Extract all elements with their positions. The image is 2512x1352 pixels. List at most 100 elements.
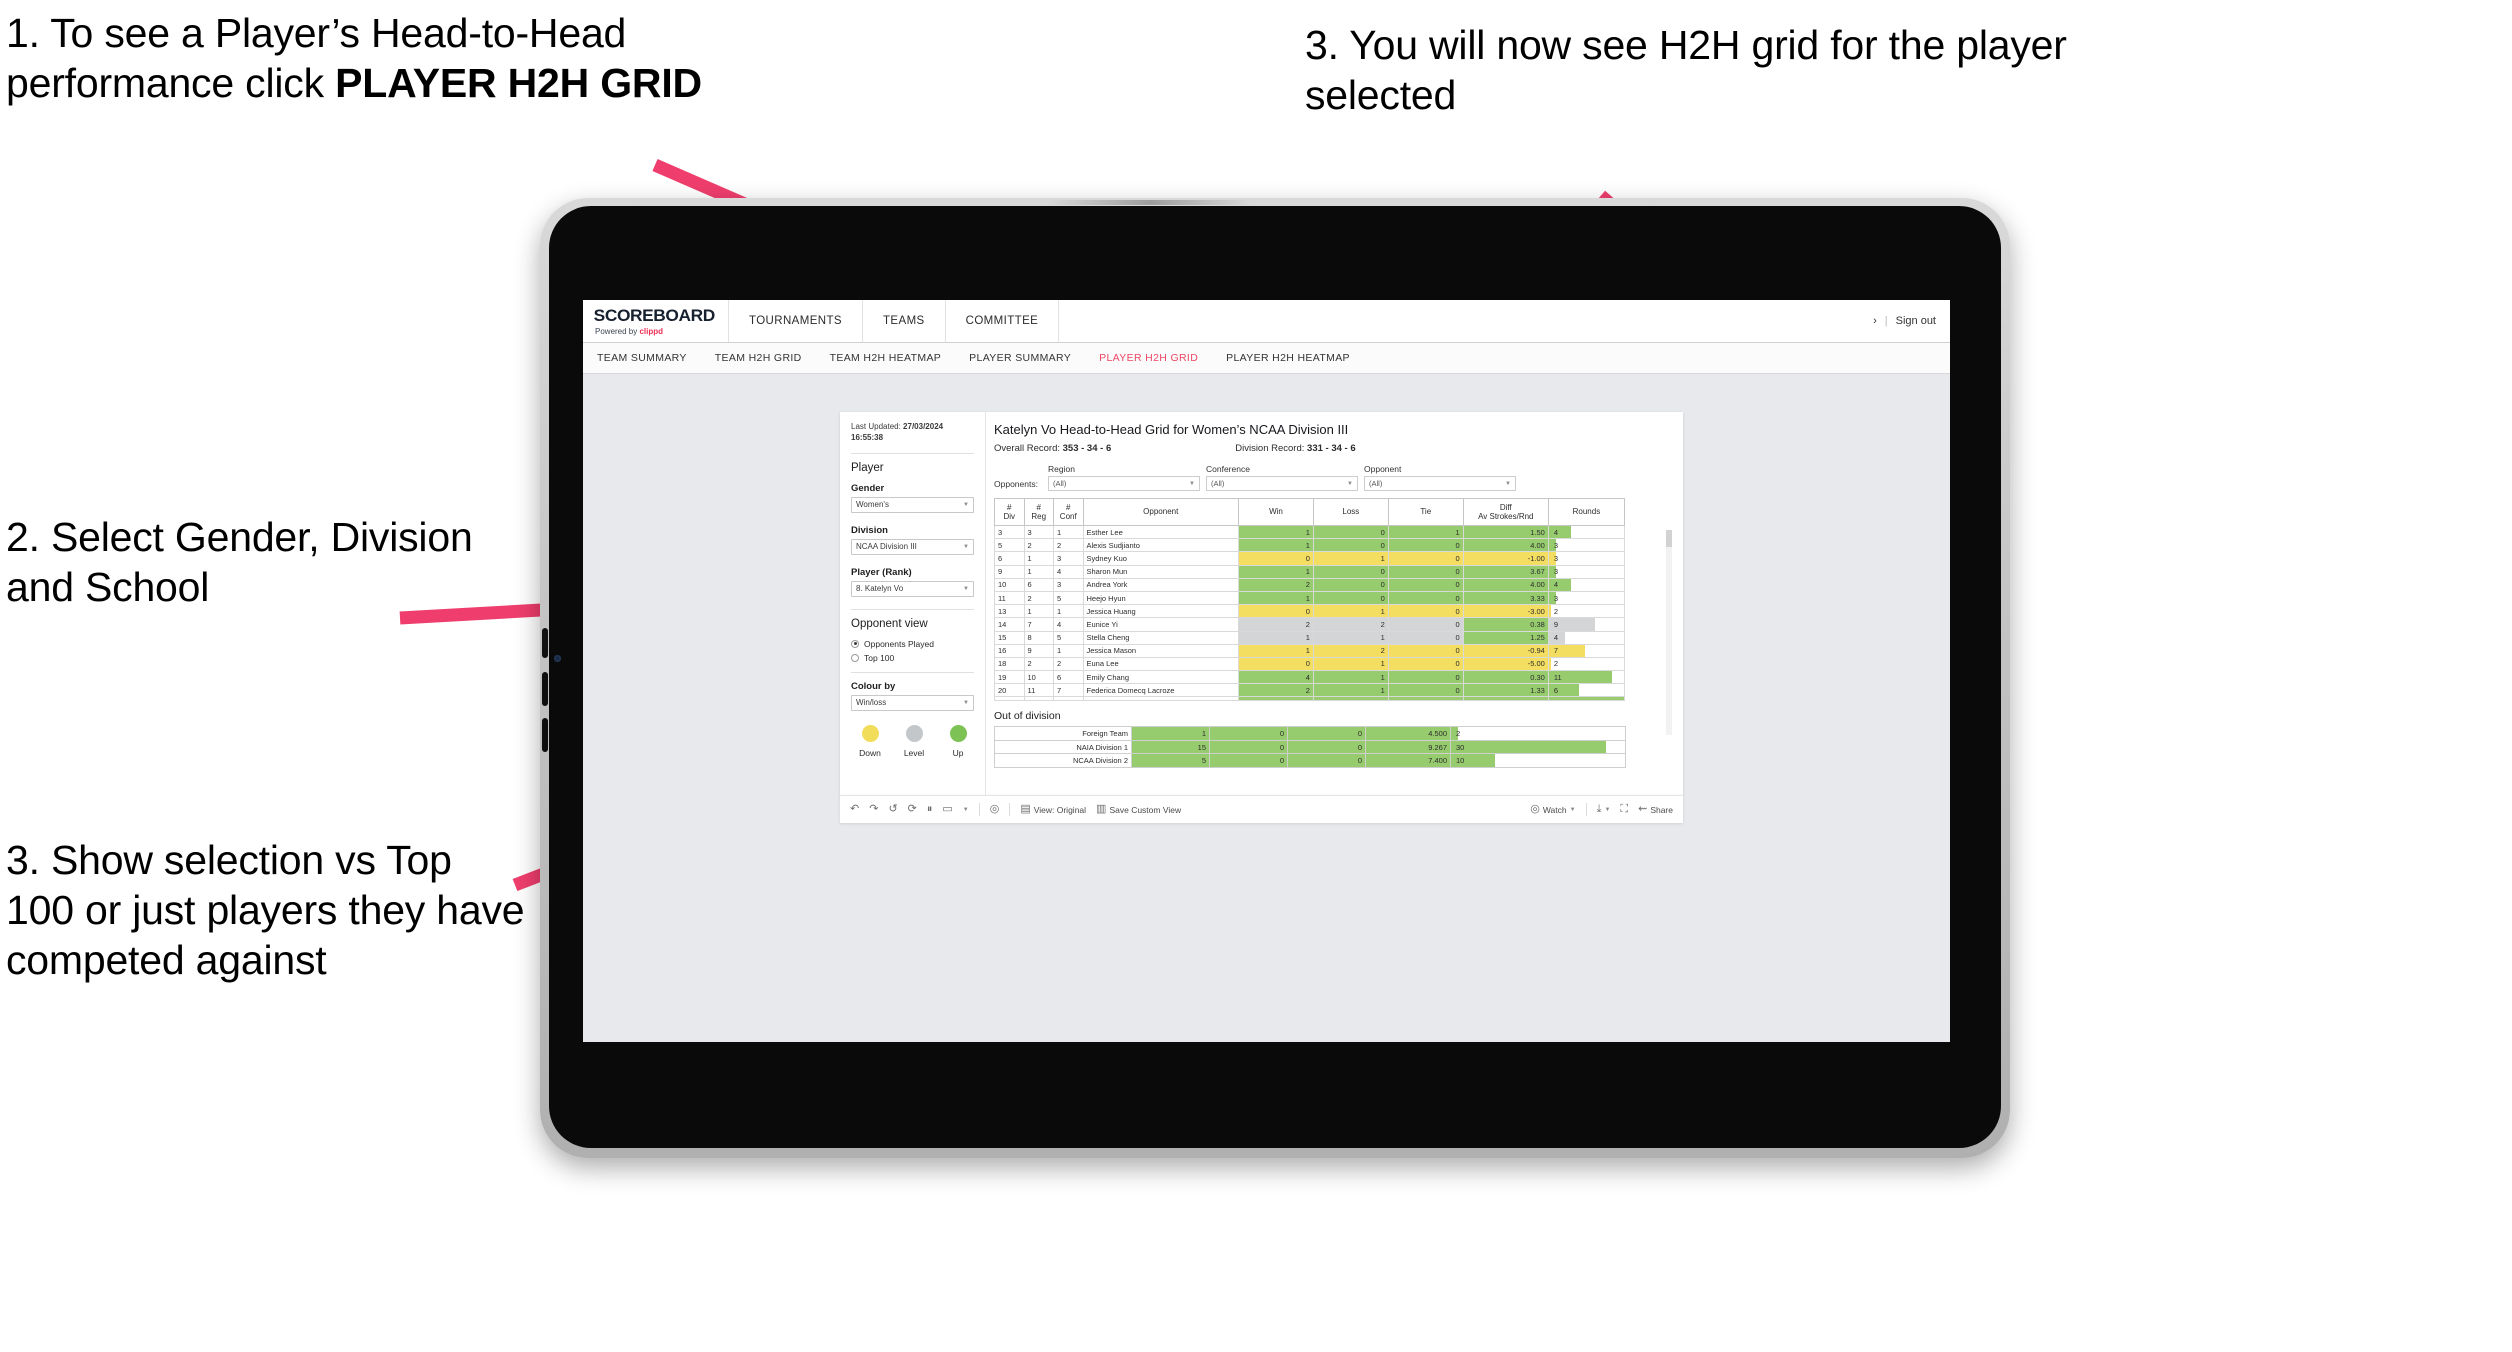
tab-team-h2h-heatmap[interactable]: TEAM H2H HEATMAP	[830, 352, 958, 364]
reset-icon[interactable]: ◎	[990, 804, 1000, 815]
tablet-speaker-grille	[1050, 200, 1250, 205]
division-record-label: Division Record:	[1235, 443, 1308, 454]
player-section-heading: Player	[851, 461, 884, 474]
view-original-button[interactable]: ▤ View: Original	[1020, 804, 1086, 815]
table-row-partial[interactable]	[994, 696, 1626, 702]
colour-by-label: Colour by	[851, 680, 896, 692]
tab-player-h2h-heatmap[interactable]: PLAYER H2H HEATMAP	[1226, 352, 1366, 364]
undo-icon[interactable]: ↶	[850, 804, 859, 815]
rounds-bar: 11	[1547, 670, 1626, 685]
fullscreen-icon[interactable]: ⛶	[1620, 804, 1628, 815]
revert-icon[interactable]: ↺	[888, 804, 897, 815]
chevron-down-icon: ▼	[963, 699, 969, 706]
division-value: NCAA Division III	[856, 542, 917, 552]
chevron-down-icon[interactable]: ▼	[963, 807, 969, 813]
slide-canvas: 1. To see a Player’s Head-to-Head perfor…	[0, 0, 2512, 1352]
tablet-volume-down-button[interactable]	[542, 718, 548, 752]
opponent-filter-value: (All)	[1369, 479, 1383, 488]
last-updated: Last Updated: 27/03/2024 16:55:38	[851, 422, 974, 444]
table-row[interactable]: 3 3 1 Esther Lee 1 0 1 1.50 4	[994, 524, 1626, 540]
division-select[interactable]: NCAA Division III ▼	[851, 538, 974, 555]
separator: |	[1884, 315, 1888, 327]
annotation-step-2: 2. Select Gender, Division and School	[6, 514, 473, 611]
table-row[interactable]: 15 8 5 Stella Cheng 1 1 0 1.25 4	[994, 630, 1626, 645]
record-summary: Overall Record: 353 - 34 - 6 Division Re…	[994, 443, 1683, 454]
viz-title: Katelyn Vo Head-to-Head Grid for Women’s…	[994, 422, 1349, 437]
divider	[851, 452, 974, 454]
table-row[interactable]: 10 6 3 Andrea York 2 0 0 4.00 4	[994, 577, 1626, 592]
tablet-volume-up-button[interactable]	[542, 672, 548, 706]
tablet-button-top[interactable]	[542, 628, 548, 658]
nav-tournaments[interactable]: TOURNAMENTS	[729, 300, 863, 342]
scrollbar-thumb[interactable]	[1666, 530, 1672, 547]
legend-dot-down	[861, 724, 879, 742]
table-row[interactable]: 19 10 6 Emily Chang 4 1 0 0.30 11	[994, 670, 1626, 685]
app-screen: SCOREBOARD Powered by clippd TOURNAMENTS…	[583, 300, 1950, 1042]
table-scrollbar[interactable]	[1666, 530, 1672, 735]
out-of-division-row[interactable]: NAIA Division 1 15 0 0 9.267 30	[994, 739, 1626, 755]
radio-top-100-label: Top 100	[864, 652, 895, 663]
legend-item-down: Down	[854, 724, 886, 758]
table-row[interactable]: 11 2 5 Heejo Hyun 1 0 0 3.33 3	[994, 590, 1626, 606]
rounds-bar: 7	[1547, 643, 1626, 658]
download-button[interactable]: ⤓ ▼	[1597, 804, 1611, 815]
colour-by-select[interactable]: Win/loss ▼	[851, 694, 974, 711]
opponent-filter-select[interactable]: (All) ▼	[1364, 476, 1516, 491]
last-updated-label: Last Updated:	[851, 422, 904, 431]
tab-team-summary[interactable]: TEAM SUMMARY	[597, 352, 703, 364]
tab-player-summary[interactable]: PLAYER SUMMARY	[969, 352, 1087, 364]
table-row[interactable]: 16 9 1 Jessica Mason 1 2 0 -0.94 7	[994, 643, 1626, 658]
table-row[interactable]: 20 11 7 Federica Domecq Lacroze 2 1 0 1.33 6	[994, 683, 1626, 698]
table-row[interactable]: 5 2 2 Alexis Sudjianto 1 0 0 4.00 3	[994, 538, 1626, 553]
brand-logo[interactable]: SCOREBOARD Powered by clippd	[583, 300, 729, 342]
col-header-4: Win	[1238, 498, 1314, 526]
table-row[interactable]: 13 1 1 Jessica Huang 0 1 0 -3.00 2	[994, 604, 1626, 619]
table-row[interactable]: 14 7 4 Eunice Yi 2 2 0 0.38 9	[994, 617, 1626, 632]
col-header-6: Tie	[1387, 498, 1464, 526]
brand-clippd: clippd	[639, 327, 664, 336]
region-filter-select[interactable]: (All) ▼	[1048, 476, 1200, 491]
table-row[interactable]: 18 2 2 Euna Lee 0 1 0 -5.00 2	[994, 656, 1626, 672]
opponent-filter-label: Opponent	[1364, 464, 1402, 474]
chevron-down-icon: ▼	[963, 501, 969, 508]
ood-opponent: Foreign Team	[994, 726, 1132, 741]
out-of-division-body: Foreign Team 1 0 0 4.500 2 NAIA Division 1 15 0 0…	[994, 726, 1626, 768]
legend-item-up: Up	[942, 724, 974, 758]
redo-icon[interactable]: ↷	[869, 804, 878, 815]
radio-opponents-played[interactable]: Opponents Played	[851, 639, 974, 649]
viz-main: Katelyn Vo Head-to-Head Grid for Women’s…	[986, 412, 1683, 795]
tab-player-h2h-grid[interactable]: PLAYER H2H GRID	[1099, 352, 1214, 364]
watch-icon: ◎	[1530, 803, 1540, 815]
nav-committee[interactable]: COMMITTEE	[946, 300, 1060, 342]
watch-button[interactable]: ◎ Watch ▼	[1530, 804, 1575, 815]
conference-filter-select[interactable]: (All) ▼	[1206, 476, 1358, 491]
device-layout-icon[interactable]: ▭	[942, 804, 952, 815]
table-row[interactable]: 9 1 4 Sharon Mun 1 0 0 3.67 3	[994, 564, 1626, 579]
refresh-icon[interactable]: ⟳	[908, 804, 917, 815]
save-custom-view-button[interactable]: ▥ Save Custom View	[1096, 804, 1181, 815]
out-of-division-table: Foreign Team 1 0 0 4.500 2 NAIA Division 1 15 0 0…	[994, 726, 1626, 768]
out-of-division-row[interactable]: Foreign Team 1 0 0 4.500 2	[994, 726, 1626, 741]
player-rank-select[interactable]: 8. Katelyn Vo ▼	[851, 580, 974, 597]
col-header-7: Diff Av Strokes/Rnd	[1462, 498, 1549, 526]
region-filter-value: (All)	[1053, 479, 1067, 488]
radio-top-100[interactable]: Top 100	[851, 653, 974, 663]
chevron-right-icon[interactable]: ›	[1873, 315, 1877, 327]
nav-teams[interactable]: TEAMS	[863, 300, 946, 342]
table-row[interactable]: 6 1 3 Sydney Kuo 0 1 0 -1.00 3	[994, 551, 1626, 566]
rounds-bar: 3	[1547, 564, 1626, 579]
share-button[interactable]: ⇜ Share	[1638, 804, 1673, 815]
rounds-bar: 6	[1547, 683, 1626, 698]
out-of-division-heading: Out of division	[994, 710, 1061, 723]
gender-value: Women's	[856, 500, 889, 510]
division-record: Division Record: 331 - 34 - 6	[1235, 443, 1355, 454]
gender-select[interactable]: Women's ▼	[851, 496, 974, 513]
sign-out-link[interactable]: Sign out	[1896, 315, 1936, 327]
chevron-down-icon: ▼	[1505, 480, 1511, 487]
player-rank-value: 8. Katelyn Vo	[856, 584, 904, 594]
col-header-8: Rounds	[1547, 498, 1626, 526]
tab-team-h2h-grid[interactable]: TEAM H2H GRID	[715, 352, 818, 364]
pause-icon[interactable]: ⏸	[927, 804, 933, 815]
rounds-bar: 3	[1547, 551, 1626, 566]
out-of-division-row[interactable]: NCAA Division 2 5 0 0 7.400 10	[994, 753, 1626, 768]
